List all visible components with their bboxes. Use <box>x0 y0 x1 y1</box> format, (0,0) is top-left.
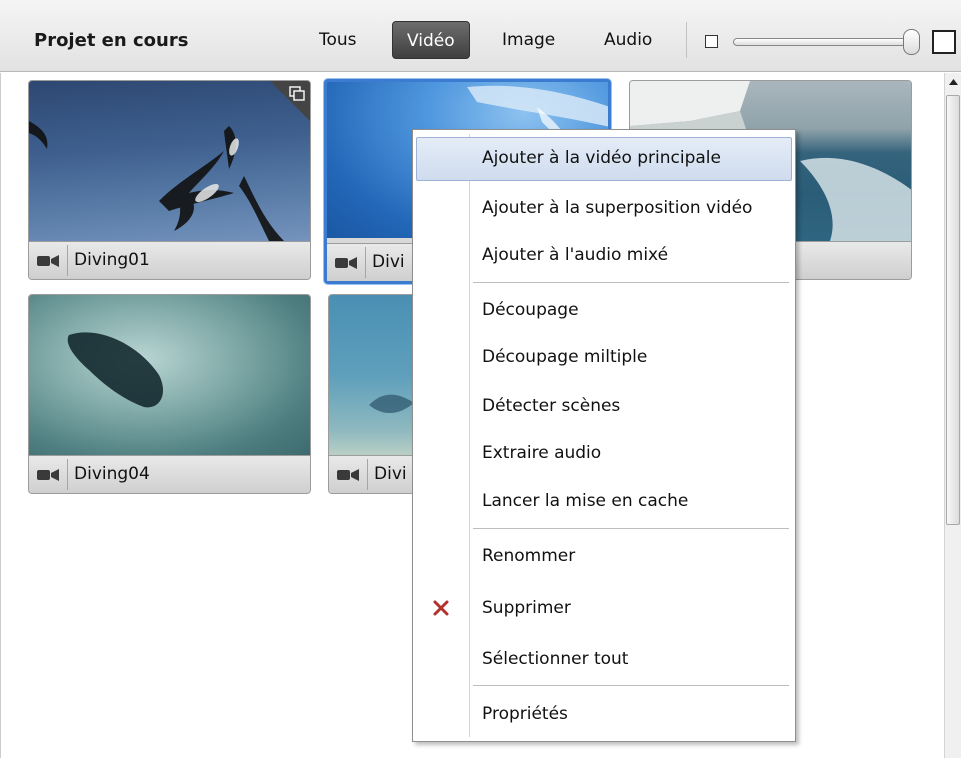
video-camera-icon <box>337 469 359 481</box>
filter-image-button[interactable]: Image <box>488 21 569 59</box>
clip-caption: Diving01 <box>29 241 310 279</box>
clip-name: Diving01 <box>74 250 150 270</box>
menu-separator <box>473 528 789 529</box>
slider-handle[interactable] <box>903 29 920 55</box>
video-camera-icon <box>37 469 59 481</box>
toolbar-divider <box>686 22 687 58</box>
thumbnail-size-slider[interactable] <box>733 38 911 46</box>
menu-separator <box>473 685 789 686</box>
clip-preview-image <box>29 295 310 455</box>
clip-name: Divi <box>372 252 405 272</box>
menu-delete[interactable]: Supprimer <box>416 587 792 631</box>
context-menu: Ajouter à la vidéo principale Ajouter à … <box>412 129 796 742</box>
clip-name: Divi <box>374 464 407 484</box>
menu-add-to-mixed-audio[interactable]: Ajouter à l'audio mixé <box>416 234 792 278</box>
filter-all-button[interactable]: Tous <box>305 21 371 59</box>
video-camera-icon <box>37 255 59 267</box>
large-thumbnail-icon[interactable] <box>932 30 956 54</box>
filter-video-button[interactable]: Vidéo <box>392 21 470 59</box>
menu-multi-trim[interactable]: Découpage miltiple <box>416 336 792 380</box>
menu-add-to-video-overlay[interactable]: Ajouter à la superposition vidéo <box>416 187 792 231</box>
clip-caption: Diving04 <box>29 455 310 493</box>
menu-detect-scenes[interactable]: Détecter scènes <box>416 385 792 429</box>
delete-x-icon <box>433 600 449 616</box>
video-camera-icon <box>335 257 357 269</box>
menu-trim[interactable]: Découpage <box>416 289 792 333</box>
menu-extract-audio[interactable]: Extraire audio <box>416 432 792 476</box>
menu-start-caching[interactable]: Lancer la mise en cache <box>416 480 792 524</box>
filter-audio-button[interactable]: Audio <box>590 21 666 59</box>
scrollbar-thumb[interactable] <box>946 95 960 525</box>
clip-preview-image <box>29 81 310 241</box>
menu-select-all[interactable]: Sélectionner tout <box>416 638 792 682</box>
menu-separator <box>473 282 789 283</box>
toolbar: Projet en cours Tous Vidéo Image Audio <box>0 0 961 72</box>
clip-thumbnail[interactable]: Diving04 <box>28 294 311 494</box>
menu-rename[interactable]: Renommer <box>416 535 792 579</box>
clip-name: Diving04 <box>74 464 150 484</box>
scroll-up-arrow-icon[interactable] <box>945 73 961 93</box>
overlay-icon <box>270 81 310 126</box>
menu-add-to-main-video[interactable]: Ajouter à la vidéo principale <box>416 137 792 181</box>
vertical-scrollbar[interactable] <box>944 73 961 758</box>
menu-properties[interactable]: Propriétés <box>416 693 792 737</box>
clip-thumbnail[interactable]: Diving01 <box>28 80 311 280</box>
small-thumbnail-icon[interactable] <box>705 35 718 48</box>
panel-title: Projet en cours <box>34 30 189 51</box>
